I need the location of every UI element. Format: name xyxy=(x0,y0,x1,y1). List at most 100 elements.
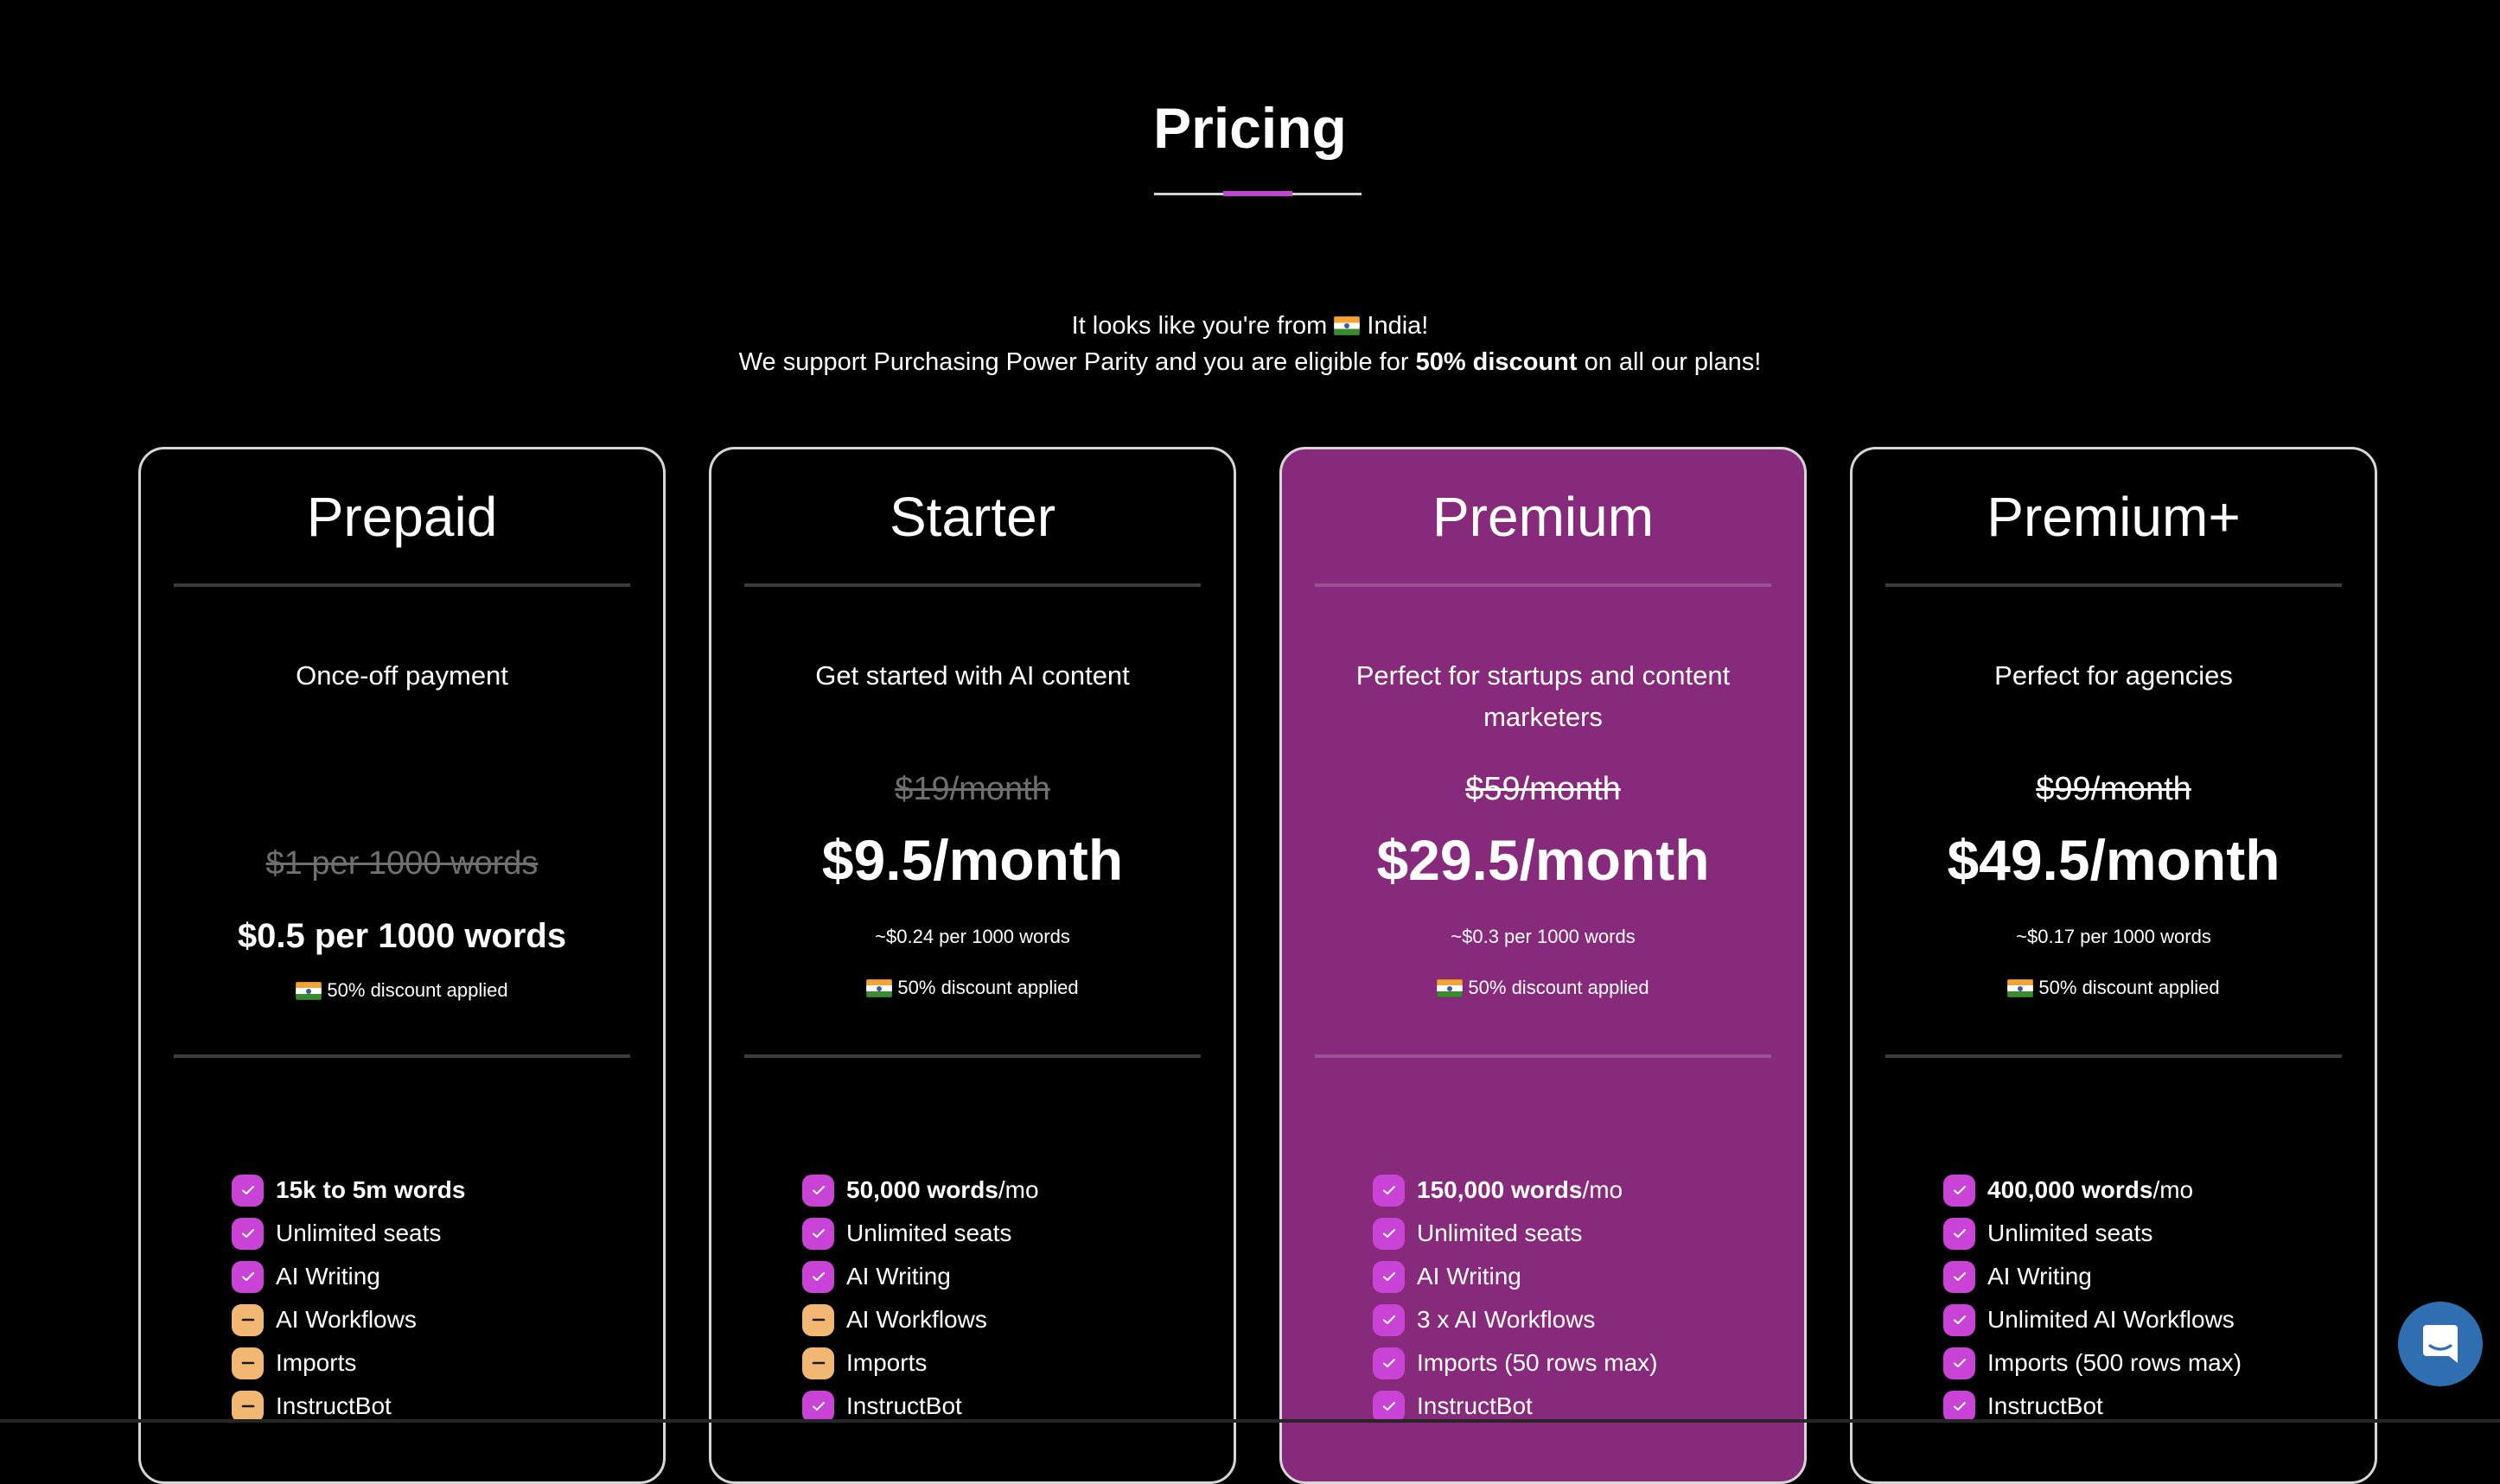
plan-old-price: $59/month xyxy=(1465,771,1621,807)
plan-name: Premium+ xyxy=(1987,486,2241,548)
plan-card-prepaid[interactable]: Prepaid Once-off payment $1 per 1000 wor… xyxy=(138,447,666,1484)
feature-label-text: Imports xyxy=(846,1349,928,1376)
card-divider xyxy=(1885,583,2342,587)
feature-label: AI Workflows xyxy=(276,1304,417,1335)
feature-label-text: /mo xyxy=(1582,1176,1623,1203)
feature-label: 3 x AI Workflows xyxy=(1417,1304,1595,1335)
plan-per-words: ~$0.24 per 1000 words xyxy=(875,926,1070,947)
feature-label-text: AI Writing xyxy=(1987,1263,2092,1290)
check-icon xyxy=(802,1217,834,1250)
plan-card-premium-plus[interactable]: Premium+ Perfect for agencies $99/month … xyxy=(1850,447,2377,1484)
check-icon xyxy=(1943,1174,1975,1207)
feature-list: 150,000 words/mo Unlimited seats AI Writin… xyxy=(1373,1169,1787,1428)
discount-applied-note: 50% discount applied xyxy=(1282,975,1804,1001)
feature-label-text: Imports (50 rows max) xyxy=(1417,1349,1658,1376)
feature-label-text: Unlimited seats xyxy=(846,1220,1012,1246)
card-divider xyxy=(1885,1054,2342,1058)
check-icon xyxy=(1943,1390,1975,1423)
check-icon xyxy=(232,1217,264,1250)
feature-label-text: /mo xyxy=(998,1176,1039,1203)
plan-old-price: $19/month xyxy=(895,771,1050,807)
feature-label-text: AI Writing xyxy=(846,1263,951,1290)
feature-label-text: Unlimited seats xyxy=(1417,1220,1583,1246)
feature-label: Imports (500 rows max) xyxy=(1987,1347,2242,1379)
ppp-line2-prefix: We support Purchasing Power Parity and y… xyxy=(738,348,1409,376)
feature-list: 50,000 words/mo Unlimited seats AI Writing… xyxy=(802,1169,1216,1428)
check-icon xyxy=(1373,1217,1405,1250)
feature-item: Imports xyxy=(802,1341,1216,1385)
feature-label: InstructBot xyxy=(1987,1391,2103,1422)
discount-applied-text: 50% discount applied xyxy=(2038,977,2220,998)
feature-label-text: 3 x AI Workflows xyxy=(1417,1306,1596,1333)
feature-label-text: AI Writing xyxy=(1417,1263,1521,1290)
feature-item: AI Writing xyxy=(232,1255,646,1298)
feature-label: AI Writing xyxy=(846,1261,951,1292)
feature-item: AI Workflows xyxy=(802,1298,1216,1341)
feature-item: 150,000 words/mo xyxy=(1373,1169,1787,1212)
plan-name: Premium xyxy=(1432,486,1655,548)
feature-item: Unlimited seats xyxy=(232,1212,646,1255)
chat-bubble-icon xyxy=(2423,1325,2458,1363)
dash-icon xyxy=(232,1303,264,1336)
plan-price: $0.5 per 1000 words xyxy=(237,917,567,955)
feature-item: 50,000 words/mo xyxy=(802,1169,1216,1212)
feature-item: AI Workflows xyxy=(232,1298,646,1341)
card-divider xyxy=(174,583,630,587)
feature-label: Imports xyxy=(276,1347,356,1379)
check-icon xyxy=(1943,1260,1975,1293)
discount-applied-text: 50% discount applied xyxy=(1468,977,1649,998)
check-icon xyxy=(232,1174,264,1207)
feature-label: AI Writing xyxy=(1987,1261,2092,1292)
feature-item: Unlimited AI Workflows xyxy=(1943,1298,2357,1341)
plan-price: $9.5/month xyxy=(821,828,1124,892)
feature-item: Unlimited seats xyxy=(1373,1212,1787,1255)
plan-card-starter[interactable]: Starter Get started with AI content $19/… xyxy=(709,447,1236,1484)
check-icon xyxy=(1943,1303,1975,1336)
feature-label: Imports xyxy=(846,1347,927,1379)
page-title: Pricing xyxy=(1153,96,1347,160)
plan-name: Starter xyxy=(889,486,1056,548)
feature-item: 3 x AI Workflows xyxy=(1373,1298,1787,1341)
plan-subtitle: Get started with AI content xyxy=(815,660,1130,691)
plan-subtitle: Once-off payment xyxy=(296,660,508,691)
feature-label: 15k to 5m words xyxy=(276,1175,465,1206)
feature-label-text: AI Writing xyxy=(276,1263,380,1290)
check-icon xyxy=(802,1390,834,1423)
card-divider xyxy=(744,583,1201,587)
feature-label-text: /mo xyxy=(2152,1176,2194,1203)
feature-label: AI Writing xyxy=(1417,1261,1521,1292)
check-icon xyxy=(1373,1347,1405,1379)
feature-item: Imports xyxy=(232,1341,646,1385)
feature-label-text: AI Workflows xyxy=(276,1306,417,1333)
dash-icon xyxy=(232,1390,264,1423)
feature-label-text: InstructBot xyxy=(846,1392,962,1419)
check-icon xyxy=(1373,1260,1405,1293)
discount-applied-text: 50% discount applied xyxy=(327,979,508,1001)
feature-label-text: Unlimited seats xyxy=(276,1220,442,1246)
dash-icon xyxy=(802,1347,834,1379)
feature-label-text: Imports xyxy=(276,1349,357,1376)
feature-list: 400,000 words/mo Unlimited seats AI Writin… xyxy=(1943,1169,2357,1428)
feature-item: AI Writing xyxy=(1373,1255,1787,1298)
feature-label-bold: 15k to 5m words xyxy=(276,1176,466,1203)
india-flag-icon xyxy=(866,979,893,997)
ppp-line2-suffix: on all our plans! xyxy=(1584,348,1762,376)
feature-label-text: Unlimited AI Workflows xyxy=(1987,1306,2235,1333)
feature-label: Unlimited AI Workflows xyxy=(1987,1304,2235,1335)
feature-item: 15k to 5m words xyxy=(232,1169,646,1212)
card-divider xyxy=(174,1054,630,1058)
plan-card-premium[interactable]: Premium Perfect for startups and content… xyxy=(1279,447,1807,1484)
feature-label: Unlimited seats xyxy=(846,1218,1011,1249)
india-flag-icon xyxy=(1334,316,1361,335)
ppp-country: India! xyxy=(1367,312,1429,340)
plan-old-price: $1 per 1000 words xyxy=(265,845,539,882)
dash-icon xyxy=(232,1347,264,1379)
check-icon xyxy=(1373,1390,1405,1423)
discount-applied-text: 50% discount applied xyxy=(897,977,1079,998)
feature-item: AI Writing xyxy=(1943,1255,2357,1298)
feature-label-text: InstructBot xyxy=(1987,1392,2103,1419)
feature-label: Unlimited seats xyxy=(1417,1218,1582,1249)
feature-label: Unlimited seats xyxy=(1987,1218,2152,1249)
chat-launcher-button[interactable] xyxy=(2398,1302,2483,1386)
feature-label-bold: 400,000 words xyxy=(1987,1176,2153,1203)
